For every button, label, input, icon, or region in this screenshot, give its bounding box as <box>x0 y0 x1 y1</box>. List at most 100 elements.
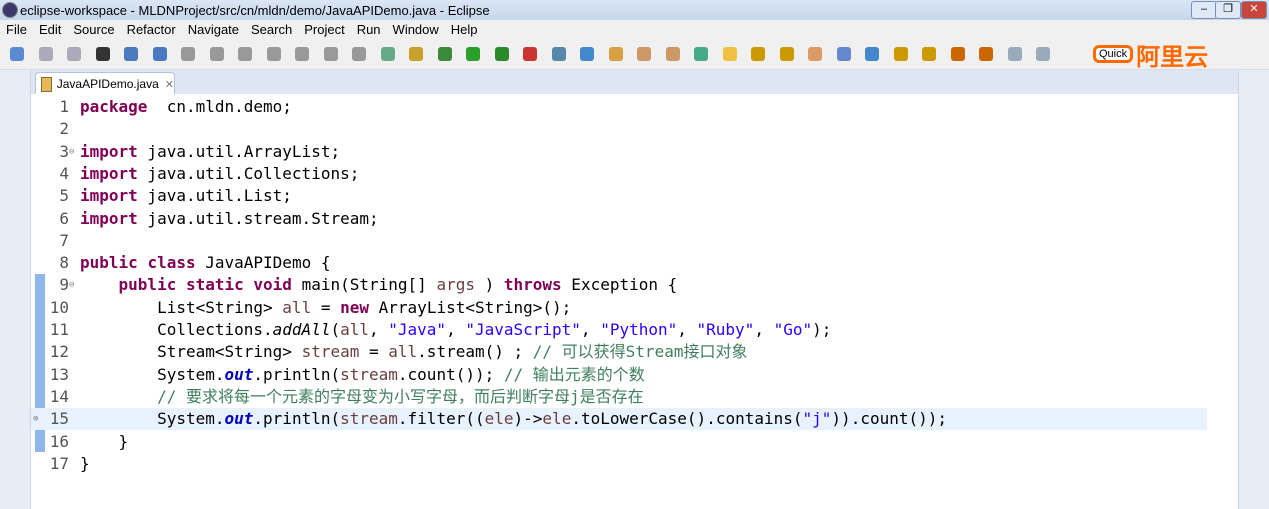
toolbar-button-icon[interactable] <box>466 47 480 61</box>
code-token: = <box>311 297 341 317</box>
menu-refactor[interactable]: Refactor <box>121 20 182 39</box>
code-token: all <box>388 342 418 362</box>
line-number: 2 <box>59 119 69 139</box>
close-tab-icon[interactable]: ✕ <box>165 78 174 91</box>
code-token: import <box>80 186 138 206</box>
toolbar-button-icon[interactable] <box>124 47 138 61</box>
toolbar-button-icon[interactable] <box>893 47 908 61</box>
toolbar-button-icon[interactable] <box>152 47 167 61</box>
toolbar-button-icon[interactable] <box>580 47 594 61</box>
code-token: System. <box>80 409 225 429</box>
line-number: 14 <box>49 386 69 406</box>
code-token: JavaAPIDemo { <box>195 253 331 273</box>
code-text: List<String> all = new ArrayList<String>… <box>80 297 571 319</box>
code-editor[interactable]: 1 package cn.mldn.demo; 2 3 ⊖ import java.uti… <box>31 94 1238 509</box>
fold-icon[interactable]: ⊖ <box>69 141 74 163</box>
code-token: ArrayList<String>(); <box>369 297 572 317</box>
fold-icon[interactable]: ⊖ <box>69 274 74 296</box>
toolbar-button-icon[interactable] <box>836 47 851 61</box>
code-text: import java.util.List; <box>80 185 292 207</box>
code-line: 2 <box>31 118 1207 140</box>
menu-file[interactable]: File <box>0 20 33 39</box>
code-token: List<String> <box>80 297 283 317</box>
menu-source[interactable]: Source <box>67 20 120 39</box>
line-number: 13 <box>49 364 69 384</box>
toolbar-button-icon[interactable] <box>409 47 423 61</box>
code-token: , <box>369 320 389 339</box>
menu-help[interactable]: Help <box>445 20 484 39</box>
toolbar-button-icon[interactable] <box>238 47 252 61</box>
toolbar-button-icon[interactable] <box>637 47 651 61</box>
tab-label: JavaAPIDemo.java <box>56 77 159 91</box>
toolbar-button-icon[interactable] <box>323 47 338 61</box>
toolbar-button-icon[interactable] <box>1007 47 1022 61</box>
code-line: 13 System.out.println(stream.count()); /… <box>31 364 1207 386</box>
code-token: , <box>677 320 697 339</box>
toolbar-button-icon[interactable] <box>608 47 623 61</box>
toolbar-button-icon[interactable] <box>494 47 509 61</box>
toolbar-button-icon[interactable] <box>266 47 281 61</box>
tab-javaapidemo[interactable]: JavaAPIDemo.java ✕ <box>35 72 175 95</box>
code-token: , <box>580 320 601 339</box>
code-text: public static void main(String[] args ) … <box>80 274 678 296</box>
code-text: // 要求将每一个元素的字母变为小写字母，而后判断字母j是否存在 <box>80 386 644 408</box>
quick-access-button[interactable]: Quick <box>1093 45 1134 63</box>
toolbar-button-icon[interactable] <box>665 47 680 61</box>
menu-edit[interactable]: Edit <box>33 20 67 39</box>
vertical-scrollbar[interactable] <box>1222 94 1238 509</box>
code-token: // 要求将每一个元素的字母变为小写字母，而后判断字母j是否存在 <box>157 386 644 406</box>
maximize-button[interactable]: ❐ <box>1215 1 1241 19</box>
minimize-button[interactable]: – <box>1191 1 1217 19</box>
code-token: args <box>436 275 475 295</box>
title-bar: eclipse-workspace - MLDNProject/src/cn/m… <box>0 0 1269 20</box>
code-token: "Go" <box>773 320 813 339</box>
toolbar-button-icon[interactable] <box>10 47 24 61</box>
toolbar-button-icon[interactable] <box>352 47 366 61</box>
code-token: = <box>359 342 389 362</box>
line-number: 12 <box>49 342 69 362</box>
error-icon[interactable]: ⊗ <box>33 408 38 430</box>
code-token: public <box>118 275 177 295</box>
toolbar-button-icon[interactable] <box>209 47 224 61</box>
code-token: // 输出元素的个数 <box>503 364 645 384</box>
code-token: import <box>80 208 138 228</box>
toolbar-button-icon[interactable] <box>722 47 737 61</box>
toolbar-button-icon[interactable] <box>551 47 566 61</box>
code-line: 16 } <box>31 431 1207 453</box>
toolbar-button-icon[interactable] <box>779 47 794 61</box>
code-token: out <box>224 409 254 429</box>
code-line: 10 List<String> all = new ArrayList<Stri… <box>31 297 1207 319</box>
toolbar-button-icon[interactable] <box>380 47 395 61</box>
code-token: addAll <box>272 320 331 339</box>
toolbar-button-icon[interactable] <box>95 47 110 61</box>
code-token: import <box>80 141 138 161</box>
toolbar-button-icon[interactable] <box>295 47 309 61</box>
toolbar-button-icon[interactable] <box>865 47 879 61</box>
menu-project[interactable]: Project <box>298 20 350 39</box>
menu-run[interactable]: Run <box>351 20 387 39</box>
code-token: .count()); <box>850 409 948 429</box>
menu-search[interactable]: Search <box>245 20 298 39</box>
toolbar-button-icon[interactable] <box>922 47 936 61</box>
code-token: "JavaScript" <box>465 320 581 339</box>
code-token: throws <box>503 275 562 295</box>
code-text: } <box>80 453 90 475</box>
menu-window[interactable]: Window <box>387 20 445 39</box>
code-text: import java.util.Collections; <box>80 163 359 185</box>
toolbar-button-icon[interactable] <box>523 47 537 61</box>
toolbar-button-icon[interactable] <box>437 47 452 61</box>
close-button[interactable]: ✕ <box>1241 1 1267 19</box>
toolbar-button-icon[interactable] <box>1036 47 1050 61</box>
toolbar-button-icon[interactable] <box>67 47 81 61</box>
toolbar-button-icon[interactable] <box>38 47 53 61</box>
code-token: stream <box>340 364 398 384</box>
toolbar-button-icon[interactable] <box>950 47 965 61</box>
toolbar-button-icon[interactable] <box>979 47 993 61</box>
toolbar-button-icon[interactable] <box>694 47 708 61</box>
menu-navigate[interactable]: Navigate <box>182 20 245 39</box>
toolbar-button-icon[interactable] <box>181 47 195 61</box>
toolbar-button-icon[interactable] <box>808 47 822 61</box>
toolbar-button-icon[interactable] <box>751 47 765 61</box>
code-token: } <box>80 431 129 451</box>
